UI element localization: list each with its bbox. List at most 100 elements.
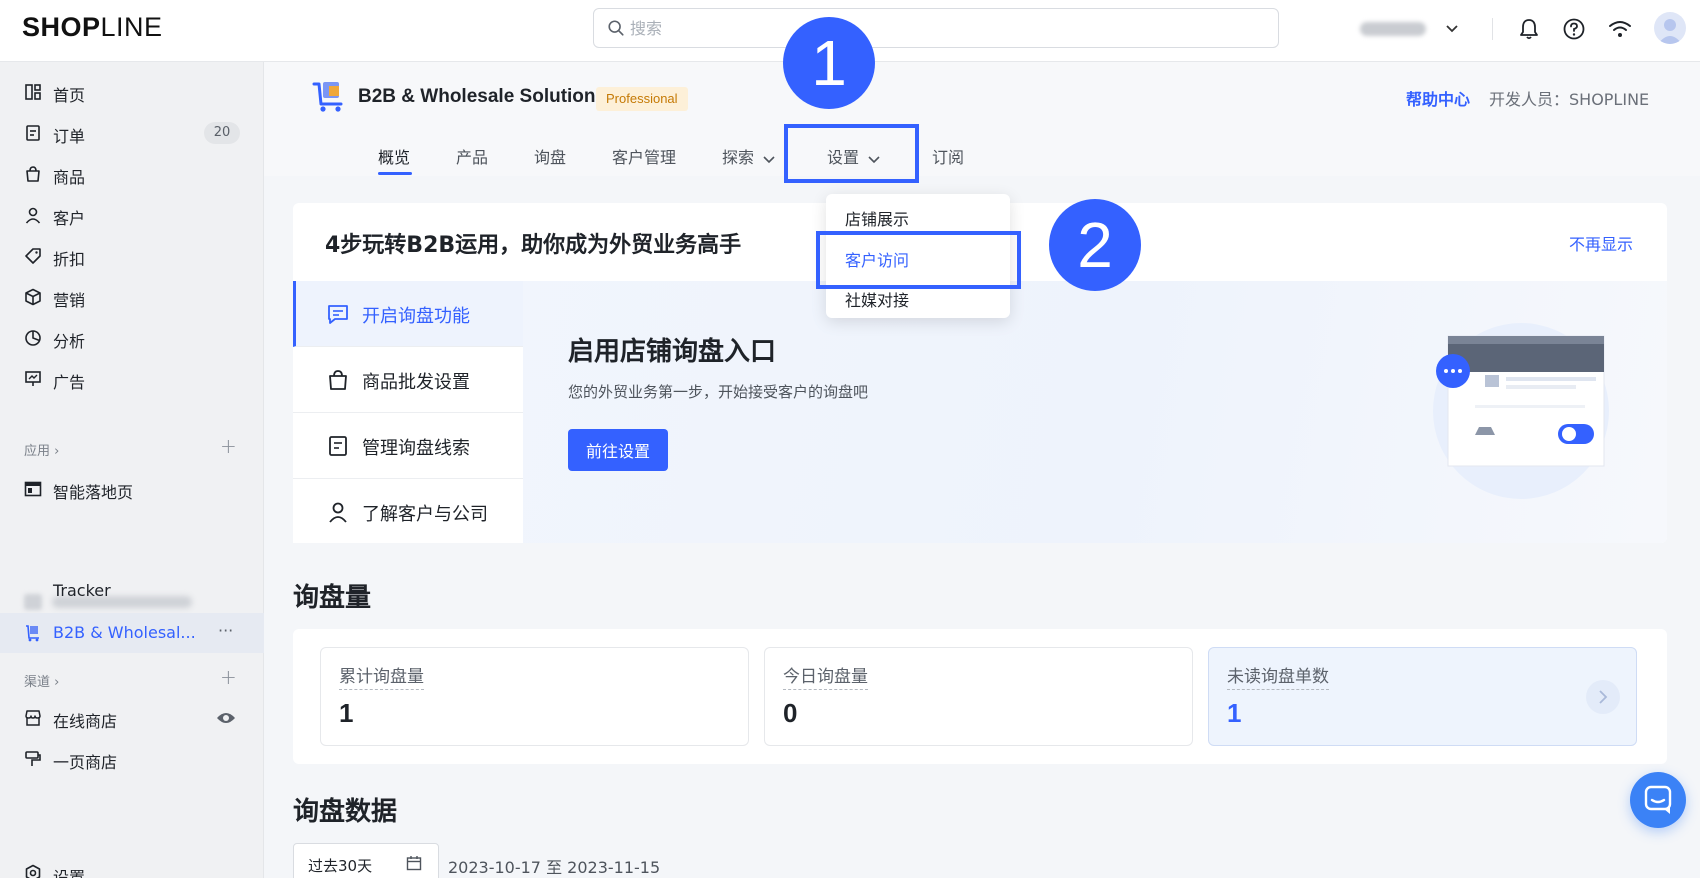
tab-inquiries[interactable]: 询盘 <box>534 144 566 168</box>
guide-body: 开启询盘功能 商品批发设置 管理询盘线索 了解客户与公司 启用店铺询盘入口 您的… <box>293 281 1667 543</box>
cart-icon <box>26 625 39 642</box>
tab-products[interactable]: 产品 <box>456 144 488 168</box>
calendar-icon <box>406 856 422 871</box>
order-count-badge: 20 <box>204 122 240 144</box>
sidebar-item-landing-page[interactable]: 智能落地页 <box>0 469 264 509</box>
bell-icon[interactable] <box>1516 16 1542 42</box>
step1-highlight-box <box>784 124 919 183</box>
sidebar-item-customers[interactable]: 客户 <box>0 195 264 235</box>
help-center-link[interactable]: 帮助中心 <box>1406 86 1470 110</box>
apps-section-title[interactable]: 应用 › <box>24 440 59 459</box>
shopline-logo[interactable]: SHOPLINE <box>22 12 163 43</box>
step2-marker: 2 <box>1049 199 1141 291</box>
chat-bubble-icon <box>1644 785 1672 814</box>
document-icon <box>329 436 347 456</box>
sidebar-item-products[interactable]: 商品 <box>0 154 264 194</box>
pie-chart-icon <box>25 330 41 346</box>
channels-title-text: 渠道 <box>24 675 51 690</box>
app-title: B2B & Wholesale Solution <box>358 86 596 107</box>
sidebar-item-one-page-store[interactable]: 一页商店 <box>0 739 264 779</box>
sidebar-item-online-store[interactable]: 在线商店 <box>0 698 264 738</box>
wifi-icon[interactable] <box>1607 16 1633 42</box>
guide-step-label: 开启询盘功能 <box>362 306 470 327</box>
menu-item-social-media[interactable]: 社媒对接 <box>845 287 909 311</box>
sidebar-item-discounts[interactable]: 折扣 <box>0 236 264 276</box>
sidebar-item-b2b-wholesale[interactable]: B2B & Wholesal... ··· <box>0 613 264 653</box>
stat-name: 累计询盘量 <box>339 662 424 690</box>
order-icon <box>26 125 40 141</box>
shop-switcher[interactable] <box>1360 16 1460 42</box>
user-icon <box>329 502 347 523</box>
avatar-person-icon <box>1658 19 1682 44</box>
inquiry-stats-card: 累计询盘量 1 今日询盘量 0 未读询盘单数 1 <box>293 629 1667 764</box>
menu-item-store-display[interactable]: 店铺展示 <box>845 206 909 230</box>
view-unread-button[interactable] <box>1586 680 1620 714</box>
avatar[interactable] <box>1654 12 1686 44</box>
step1-marker: 1 <box>783 17 875 109</box>
tag-icon <box>25 248 41 264</box>
sidebar-item-label: 广告 <box>53 373 86 392</box>
stat-total-inquiries: 累计询盘量 1 <box>320 647 749 746</box>
sidebar-item-ads[interactable]: 广告 <box>0 359 264 399</box>
tab-subscription[interactable]: 订阅 <box>932 144 964 168</box>
sidebar-item-tracker[interactable]: Tracker <box>0 571 264 611</box>
inquiry-volume-heading: 询盘量 <box>293 583 372 613</box>
sidebar-item-orders[interactable]: 订单 20 <box>0 113 264 153</box>
help-icon[interactable] <box>1561 16 1587 42</box>
sidebar-item-label: 首页 <box>53 86 86 105</box>
tab-explore[interactable]: 探索 <box>722 144 776 168</box>
step2-highlight-box <box>816 231 1021 289</box>
guide-step-manage-leads[interactable]: 管理询盘线索 <box>293 413 523 479</box>
logo-bold-text: SHOP <box>22 12 101 42</box>
tab-customer-management[interactable]: 客户管理 <box>612 144 676 168</box>
sidebar-item-label: Tracker <box>53 581 111 600</box>
chevron-down-icon <box>1446 25 1458 33</box>
bag-icon <box>329 370 347 390</box>
guide-step-label: 了解客户与公司 <box>362 504 488 525</box>
guide-step-enable-inquiry[interactable]: 开启询盘功能 <box>293 281 523 347</box>
date-period-select[interactable]: 过去30天 <box>293 843 439 878</box>
sidebar-item-home[interactable]: 首页 <box>0 72 264 112</box>
dismiss-guide-link[interactable]: 不再显示 <box>1569 231 1633 255</box>
chat-icon <box>328 305 348 324</box>
search-box[interactable] <box>593 8 1279 48</box>
user-icon <box>25 207 41 224</box>
gear-icon <box>25 864 41 878</box>
sidebar-item-label: B2B & Wholesal... <box>53 623 196 642</box>
tab-explore-label: 探索 <box>722 148 755 167</box>
divider <box>1492 18 1493 40</box>
channels-section-title[interactable]: 渠道 › <box>24 671 59 690</box>
chat-support-button[interactable] <box>1630 772 1686 828</box>
add-app-button[interactable]: + <box>220 434 237 458</box>
search-input[interactable] <box>630 9 1250 47</box>
go-to-settings-button[interactable]: 前往设置 <box>568 429 668 471</box>
developer-info: 开发人员：SHOPLINE <box>1489 90 1650 109</box>
sidebar-item-analytics[interactable]: 分析 <box>0 318 264 358</box>
stat-today-inquiries: 今日询盘量 0 <box>764 647 1193 746</box>
sidebar-item-marketing[interactable]: 营销 <box>0 277 264 317</box>
eye-icon[interactable] <box>216 710 236 726</box>
add-channel-button[interactable]: + <box>220 665 237 689</box>
plan-badge: Professional <box>596 87 688 111</box>
sidebar-item-label: 营销 <box>53 291 86 310</box>
stat-unread-inquiries[interactable]: 未读询盘单数 1 <box>1208 647 1637 746</box>
inquiry-illustration <box>1433 323 1609 499</box>
sidebar-item-label: 在线商店 <box>53 712 118 731</box>
date-range-text: 2023-10-17 至 2023-11-15 <box>448 858 661 877</box>
sidebar-item-label: 订单 <box>53 127 86 146</box>
b2b-app-logo-icon <box>312 82 343 112</box>
sidebar-item-settings[interactable]: 设置 <box>0 856 264 878</box>
guide-step-label: 商品批发设置 <box>362 372 470 393</box>
active-tab-indicator <box>378 172 412 175</box>
bag-icon <box>26 166 40 182</box>
stat-value: 1 <box>339 698 354 728</box>
guide-step-customers-companies[interactable]: 了解客户与公司 <box>293 479 523 545</box>
date-period-value: 过去30天 <box>308 857 373 875</box>
shop-name-redacted <box>1360 22 1426 36</box>
stat-name: 未读询盘单数 <box>1227 662 1329 690</box>
search-icon <box>608 20 624 36</box>
guide-step-wholesale-settings[interactable]: 商品批发设置 <box>293 347 523 413</box>
more-options-button[interactable]: ··· <box>218 621 233 640</box>
cube-icon <box>25 288 41 306</box>
tab-overview[interactable]: 概览 <box>378 144 410 168</box>
